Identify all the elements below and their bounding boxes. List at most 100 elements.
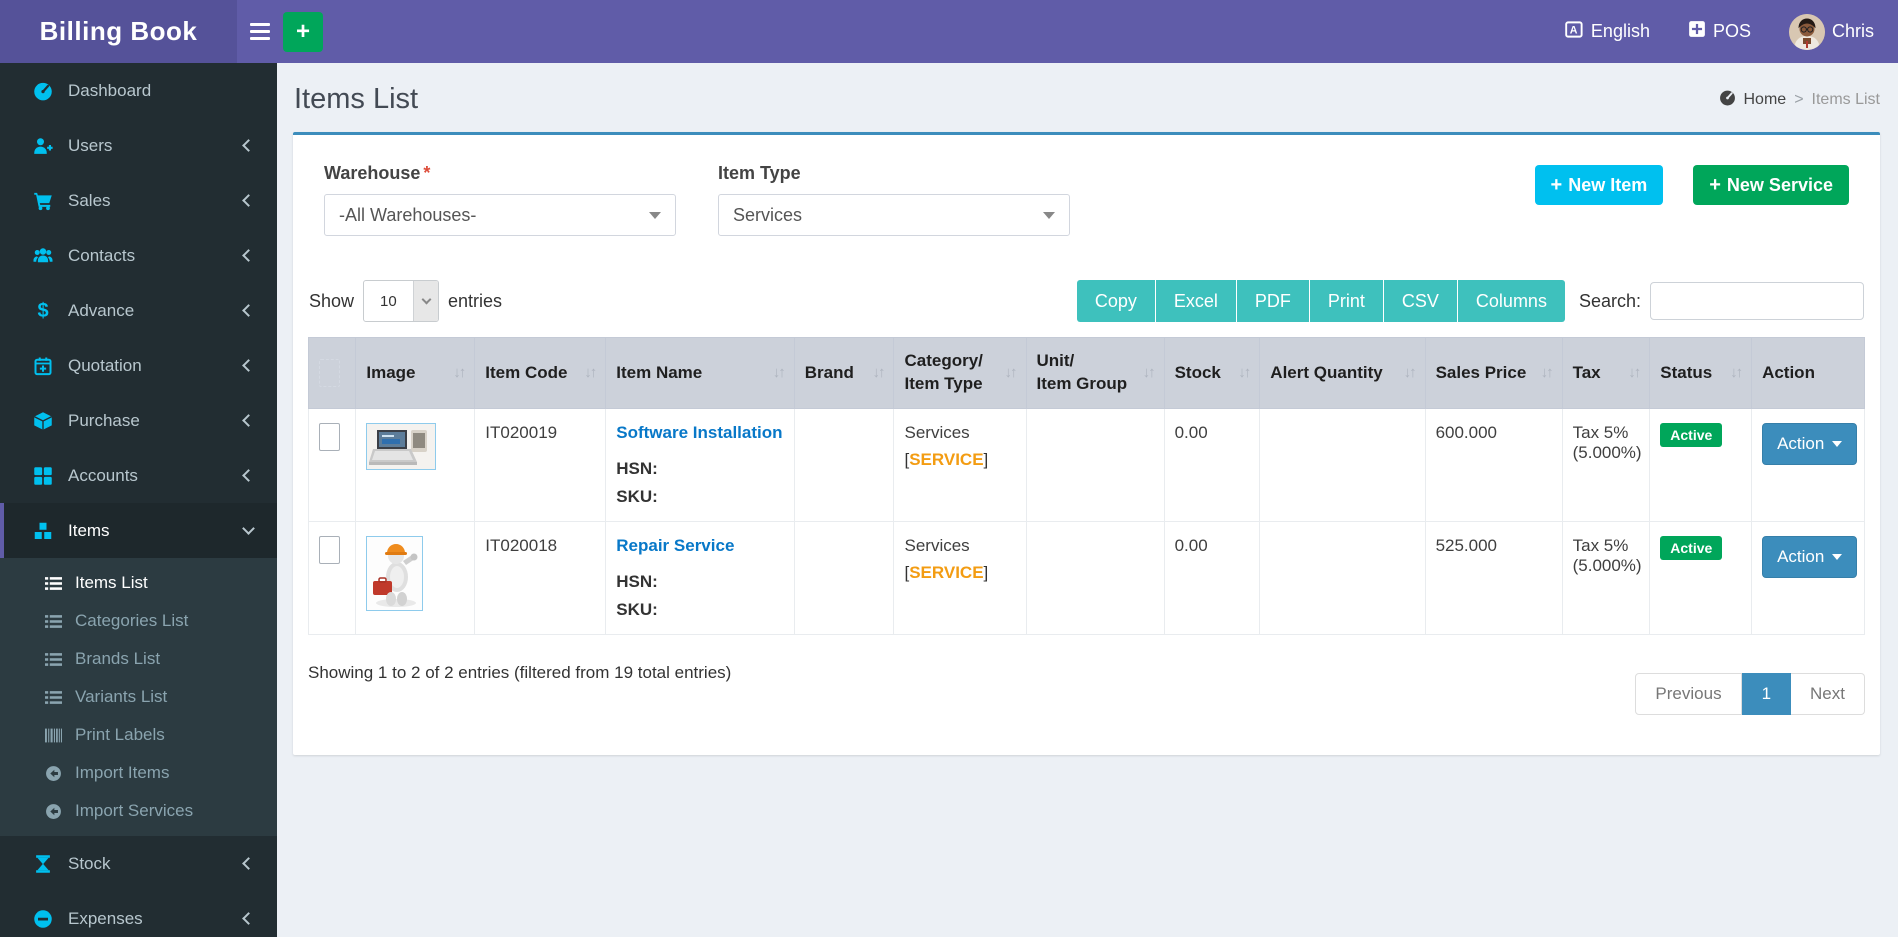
warehouse-label: Warehouse * bbox=[324, 163, 431, 183]
sidebar-sublabel: Print Labels bbox=[75, 725, 165, 744]
entries-label: entries bbox=[448, 290, 503, 311]
list-icon bbox=[44, 650, 62, 668]
column-stock[interactable]: Stock ↓↑ bbox=[1163, 337, 1261, 409]
column-item-name[interactable]: Item Name ↓↑ bbox=[605, 337, 795, 409]
item-name-link[interactable]: Software Installation bbox=[616, 423, 782, 442]
sidebar-item-purchase[interactable]: Purchase bbox=[0, 393, 277, 448]
chevron-left-icon bbox=[242, 139, 255, 152]
export-buttons: Copy Excel PDF Print CSV Columns bbox=[1076, 280, 1565, 322]
sidebar-subitem-items-list[interactable]: Items List bbox=[0, 564, 277, 602]
action-dropdown-button[interactable]: Action bbox=[1762, 422, 1858, 465]
sku-label: SKU: bbox=[616, 599, 658, 619]
sidebar-label: Accounts bbox=[68, 465, 138, 485]
sidebar-item-contacts[interactable]: Contacts bbox=[0, 228, 277, 283]
breadcrumb-home[interactable]: Home bbox=[1744, 91, 1787, 109]
sidebar-sublabel: Items List bbox=[75, 573, 148, 592]
language-icon: A bbox=[1565, 20, 1584, 44]
sidebar-sublabel: Variants List bbox=[75, 687, 168, 706]
chevron-left-icon bbox=[242, 857, 255, 870]
column-status[interactable]: Status ↓↑ bbox=[1649, 337, 1753, 409]
category-name: Services bbox=[904, 422, 970, 442]
sidebar-item-dashboard[interactable]: Dashboard bbox=[0, 63, 277, 118]
cubes-icon bbox=[32, 520, 54, 542]
column-sales-price[interactable]: Sales Price ↓↑ bbox=[1424, 337, 1563, 409]
item-thumbnail-laptop[interactable] bbox=[366, 422, 437, 470]
select-all-checkbox[interactable] bbox=[319, 358, 340, 387]
csv-button[interactable]: CSV bbox=[1383, 280, 1458, 322]
column-category[interactable]: Category/Item Type ↓↑ bbox=[893, 337, 1027, 409]
category-tag: [SERVICE] bbox=[904, 449, 989, 469]
excel-button[interactable]: Excel bbox=[1155, 280, 1237, 322]
column-brand[interactable]: Brand ↓↑ bbox=[793, 337, 895, 409]
sidebar-item-advance[interactable]: $ Advance bbox=[0, 283, 277, 338]
sidebar-item-users[interactable]: Users bbox=[0, 118, 277, 173]
column-tax[interactable]: Tax ↓↑ bbox=[1561, 337, 1651, 409]
row-checkbox[interactable] bbox=[319, 535, 340, 564]
row-checkbox[interactable] bbox=[319, 422, 340, 451]
sidebar-item-expenses[interactable]: Expenses bbox=[0, 891, 277, 937]
item-name-link[interactable]: Repair Service bbox=[616, 536, 734, 555]
language-menu[interactable]: A English bbox=[1565, 20, 1650, 44]
chevron-left-icon bbox=[242, 249, 255, 262]
sidebar-label: Dashboard bbox=[68, 80, 152, 100]
sidebar-label: Sales bbox=[68, 190, 111, 210]
column-image[interactable]: Image ↓↑ bbox=[355, 337, 476, 409]
arrow-circle-left-icon bbox=[44, 802, 62, 820]
sidebar-item-sales[interactable]: Sales bbox=[0, 173, 277, 228]
copy-button[interactable]: Copy bbox=[1076, 280, 1156, 322]
tax-rate: (5.000%) bbox=[1572, 442, 1642, 462]
hourglass-icon bbox=[32, 853, 54, 875]
sidebar-subitem-print-labels[interactable]: Print Labels bbox=[0, 716, 277, 754]
sidebar-item-stock[interactable]: Stock bbox=[0, 836, 277, 891]
new-service-button[interactable]: + New Service bbox=[1693, 165, 1849, 205]
warehouse-select[interactable]: -All Warehouses- bbox=[324, 194, 676, 236]
pdf-button[interactable]: PDF bbox=[1236, 280, 1310, 322]
sidebar-subitem-import-services[interactable]: Import Services bbox=[0, 792, 277, 830]
item-thumbnail-repairman[interactable] bbox=[366, 535, 424, 611]
plus-icon: + bbox=[1709, 173, 1721, 196]
caret-down-icon bbox=[649, 211, 661, 219]
page-title: Items List bbox=[294, 83, 419, 115]
app-logo[interactable]: Billing Book bbox=[0, 0, 237, 63]
list-icon bbox=[44, 574, 62, 592]
next-page-button[interactable]: Next bbox=[1791, 672, 1865, 715]
quick-add-button[interactable]: + bbox=[283, 11, 323, 52]
pos-menu[interactable]: POS bbox=[1688, 20, 1751, 43]
sidebar-toggle-icon[interactable] bbox=[237, 0, 283, 63]
chevron-left-icon bbox=[242, 304, 255, 317]
table-footer: Showing 1 to 2 of 2 entries (filtered fr… bbox=[308, 659, 1865, 715]
column-alert-quantity[interactable]: Alert Quantity ↓↑ bbox=[1259, 337, 1426, 409]
stock-cell: 0.00 bbox=[1174, 535, 1208, 555]
sidebar-subitem-import-items[interactable]: Import Items bbox=[0, 754, 277, 792]
select-all-header[interactable] bbox=[307, 337, 357, 409]
previous-page-button[interactable]: Previous bbox=[1635, 672, 1742, 715]
gauge-icon bbox=[32, 80, 54, 102]
page-length-select[interactable]: 10 bbox=[363, 280, 440, 322]
sidebar-sublabel: Import Services bbox=[75, 801, 194, 820]
dollar-icon: $ bbox=[37, 299, 49, 322]
sidebar-subitem-variants-list[interactable]: Variants List bbox=[0, 678, 277, 716]
column-item-code[interactable]: Item Code ↓↑ bbox=[474, 337, 607, 409]
sidebar-label: Quotation bbox=[68, 355, 142, 375]
new-item-button[interactable]: + New Item bbox=[1534, 165, 1664, 205]
sidebar-subitem-brands-list[interactable]: Brands List bbox=[0, 640, 277, 678]
user-menu[interactable]: Chris bbox=[1788, 13, 1874, 50]
search-input[interactable] bbox=[1650, 282, 1864, 320]
caret-down-icon bbox=[413, 281, 439, 321]
sidebar-item-quotation[interactable]: Quotation bbox=[0, 338, 277, 393]
sidebar-item-accounts[interactable]: Accounts bbox=[0, 448, 277, 503]
breadcrumb: Home > Items List bbox=[1719, 89, 1880, 111]
sales-price-cell: 525.000 bbox=[1435, 535, 1498, 555]
sidebar-subitem-categories-list[interactable]: Categories List bbox=[0, 602, 277, 640]
content: Items List Home > Items List Warehouse * … bbox=[277, 0, 1898, 874]
columns-button[interactable]: Columns bbox=[1457, 280, 1565, 322]
search-label: Search: bbox=[1578, 290, 1641, 311]
print-button[interactable]: Print bbox=[1309, 280, 1384, 322]
chevron-down-icon bbox=[242, 522, 255, 535]
page-1-button[interactable]: 1 bbox=[1741, 672, 1792, 715]
action-dropdown-button[interactable]: Action bbox=[1762, 535, 1858, 578]
item-code: IT020018 bbox=[485, 535, 558, 555]
column-unit[interactable]: Unit/Item Group ↓↑ bbox=[1025, 337, 1165, 409]
sidebar-item-items[interactable]: Items bbox=[0, 503, 277, 558]
item-type-select[interactable]: Services bbox=[718, 194, 1070, 236]
